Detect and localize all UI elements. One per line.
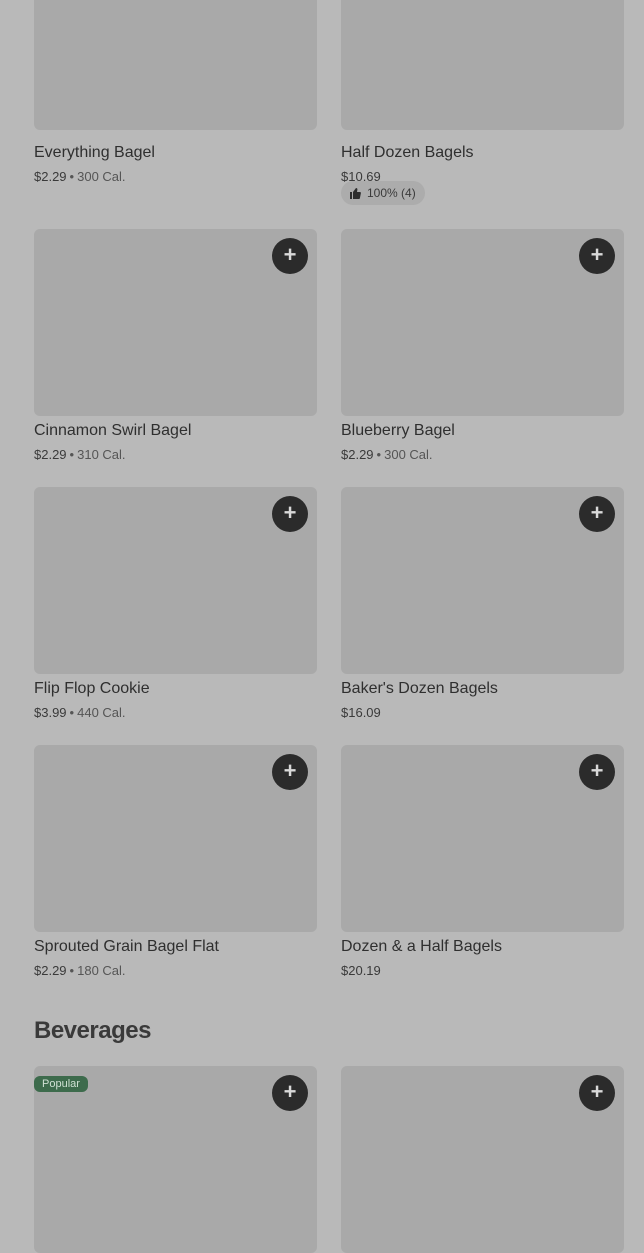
separator: • bbox=[376, 447, 382, 462]
item-meta: $3.99 • 440 Cal. bbox=[34, 705, 126, 720]
add-item-button[interactable]: + bbox=[272, 496, 308, 532]
item-name: Flip Flop Cookie bbox=[34, 680, 150, 697]
plus-icon: + bbox=[283, 500, 297, 525]
plus-icon: + bbox=[590, 758, 604, 783]
item-meta: $2.29 • 300 Cal. bbox=[341, 447, 433, 462]
separator: • bbox=[69, 169, 75, 184]
item-calories: 300 Cal. bbox=[77, 169, 126, 184]
add-item-button[interactable]: + bbox=[579, 754, 615, 790]
popular-badge: Popular bbox=[34, 1076, 88, 1092]
item-image[interactable] bbox=[341, 0, 624, 130]
item-name: Sprouted Grain Bagel Flat bbox=[34, 938, 219, 955]
separator: • bbox=[69, 963, 75, 978]
item-meta: $20.19 bbox=[341, 963, 381, 978]
item-name: Half Dozen Bagels bbox=[341, 144, 474, 161]
item-meta: $2.29 • 310 Cal. bbox=[34, 447, 126, 462]
add-item-button[interactable]: + bbox=[272, 754, 308, 790]
item-name: Everything Bagel bbox=[34, 144, 155, 161]
item-name: Blueberry Bagel bbox=[341, 422, 455, 439]
thumbs-up-icon bbox=[349, 183, 361, 207]
item-price: $16.09 bbox=[341, 705, 381, 720]
item-calories: 300 Cal. bbox=[384, 447, 433, 462]
rating-text: 100% (4) bbox=[367, 186, 416, 200]
plus-icon: + bbox=[590, 242, 604, 267]
item-meta: $2.29 • 180 Cal. bbox=[34, 963, 126, 978]
plus-icon: + bbox=[590, 500, 604, 525]
item-meta: $2.29 • 300 Cal. bbox=[34, 169, 126, 184]
item-price: $2.29 bbox=[341, 447, 374, 462]
add-item-button[interactable]: + bbox=[579, 496, 615, 532]
item-name: Cinnamon Swirl Bagel bbox=[34, 422, 192, 439]
separator: • bbox=[69, 705, 75, 720]
item-price: $20.19 bbox=[341, 963, 381, 978]
add-item-button[interactable]: + bbox=[579, 1075, 615, 1111]
add-item-button[interactable]: + bbox=[272, 238, 308, 274]
add-item-button[interactable]: + bbox=[272, 1075, 308, 1111]
section-title: Beverages bbox=[34, 1017, 151, 1044]
separator: • bbox=[69, 447, 75, 462]
item-meta: $16.09 bbox=[341, 705, 381, 720]
item-name: Dozen & a Half Bagels bbox=[341, 938, 502, 955]
plus-icon: + bbox=[283, 242, 297, 267]
rating-badge: 100% (4) bbox=[341, 181, 425, 205]
item-price: $2.29 bbox=[34, 963, 67, 978]
item-calories: 180 Cal. bbox=[77, 963, 126, 978]
plus-icon: + bbox=[283, 758, 297, 783]
add-item-button[interactable]: + bbox=[579, 238, 615, 274]
item-price: $2.29 bbox=[34, 447, 67, 462]
item-image[interactable] bbox=[34, 0, 317, 130]
item-name: Baker's Dozen Bagels bbox=[341, 680, 498, 697]
item-calories: 310 Cal. bbox=[77, 447, 126, 462]
item-price: $2.29 bbox=[34, 169, 67, 184]
item-calories: 440 Cal. bbox=[77, 705, 126, 720]
item-price: $3.99 bbox=[34, 705, 67, 720]
